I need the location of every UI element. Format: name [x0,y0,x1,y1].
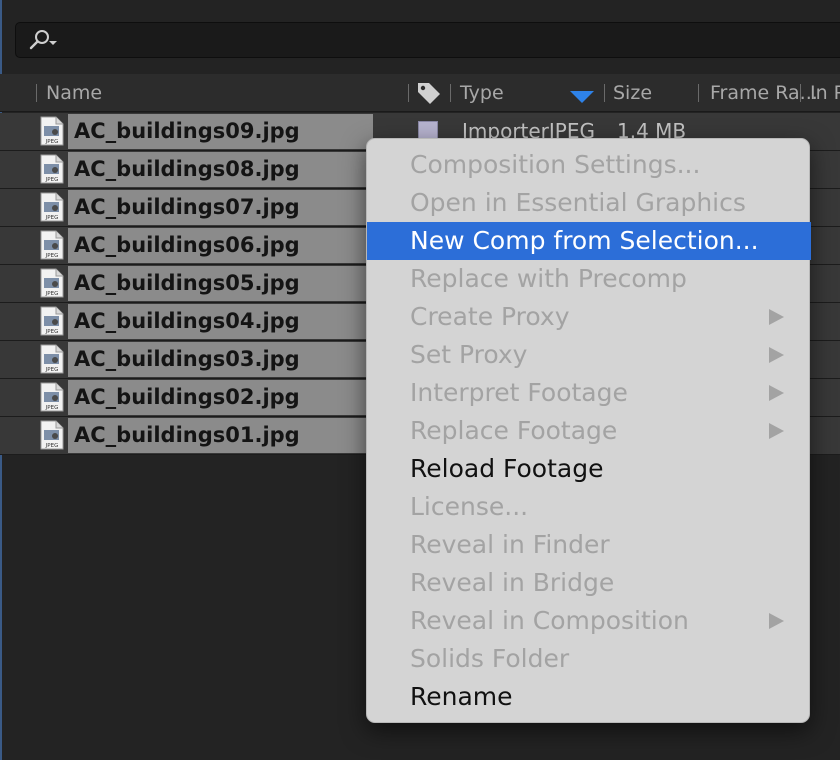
menu-item-reload-footage[interactable]: Reload Footage [367,450,811,488]
file-icon-label: JPEG [45,405,59,411]
file-icon-label: JPEG [45,177,59,183]
menu-item-label: Reload Footage [410,454,604,483]
jpeg-file-icon: JPEG [40,306,64,336]
file-icon-label: JPEG [45,367,59,373]
file-icon-label: JPEG [45,329,59,335]
menu-item-label: License... [410,492,529,521]
menu-item-label: Reveal in Finder [410,530,610,559]
jpeg-file-icon: JPEG [40,420,64,450]
submenu-arrow-icon [767,422,785,440]
menu-item-label: Composition Settings... [410,150,701,179]
column-divider[interactable] [408,84,409,102]
file-icon-label: JPEG [45,139,59,145]
menu-item-reveal-in-composition[interactable]: Reveal in Composition [367,602,811,640]
jpeg-file-icon: JPEG [40,116,64,146]
menu-item-label: Open in Essential Graphics [410,188,746,217]
file-name[interactable]: AC_buildings06.jpg [74,227,300,264]
column-divider[interactable] [36,84,37,102]
menu-item-label: New Comp from Selection... [410,226,759,255]
menu-item-replace-with-precomp[interactable]: Replace with Precomp [367,260,811,298]
menu-item-rename[interactable]: Rename [367,678,811,716]
jpeg-file-icon: JPEG [40,192,64,222]
menu-item-label: Rename [410,682,513,711]
column-type[interactable]: Type [460,74,504,112]
column-size[interactable]: Size [613,74,652,112]
submenu-arrow-icon [767,308,785,326]
menu-item-label: Set Proxy [410,340,528,369]
menu-item-set-proxy[interactable]: Set Proxy [367,336,811,374]
submenu-arrow-icon [767,612,785,630]
column-name[interactable]: Name [46,74,102,112]
menu-item-new-comp-from-selection[interactable]: New Comp from Selection... [367,222,811,260]
menu-item-label: Replace with Precomp [410,264,687,293]
menu-item-license[interactable]: License... [367,488,811,526]
file-name[interactable]: AC_buildings01.jpg [74,417,300,454]
menu-item-solids-folder[interactable]: Solids Folder [367,640,811,678]
jpeg-file-icon: JPEG [40,268,64,298]
column-divider[interactable] [698,84,699,102]
file-name[interactable]: AC_buildings05.jpg [74,265,300,302]
menu-item-label: Reveal in Bridge [410,568,615,597]
menu-item-reveal-in-finder[interactable]: Reveal in Finder [367,526,811,564]
menu-item-reveal-in-bridge[interactable]: Reveal in Bridge [367,564,811,602]
context-menu: Composition Settings... Open in Essential… [366,138,811,723]
menu-item-label: Create Proxy [410,302,570,331]
menu-item-interpret-footage[interactable]: Interpret Footage [367,374,811,412]
file-name[interactable]: AC_buildings08.jpg [74,151,300,188]
file-name[interactable]: AC_buildings07.jpg [74,189,300,226]
tag-icon[interactable] [416,81,442,105]
file-name[interactable]: AC_buildings03.jpg [74,341,300,378]
file-name[interactable]: AC_buildings02.jpg [74,379,300,416]
file-icon-label: JPEG [45,215,59,221]
file-name[interactable]: AC_buildings04.jpg [74,303,300,340]
file-icon-label: JPEG [45,443,59,449]
jpeg-file-icon: JPEG [40,382,64,412]
jpeg-file-icon: JPEG [40,154,64,184]
column-divider[interactable] [800,84,801,102]
menu-item-label: Reveal in Composition [410,606,689,635]
column-header: Name Type Size Frame Ra... In P [0,74,840,112]
menu-item-composition-settings[interactable]: Composition Settings... [367,146,811,184]
menu-item-open-in-essential-graphics[interactable]: Open in Essential Graphics [367,184,811,222]
menu-item-label: Solids Folder [410,644,570,673]
file-icon-label: JPEG [45,291,59,297]
column-frame-rate[interactable]: Frame Ra... [710,74,818,112]
jpeg-file-icon: JPEG [40,344,64,374]
file-name[interactable]: AC_buildings09.jpg [74,113,300,150]
column-divider[interactable] [604,84,605,102]
jpeg-file-icon: JPEG [40,230,64,260]
column-in-point[interactable]: In P [810,74,840,112]
file-icon-label: JPEG [45,253,59,259]
menu-item-label: Replace Footage [410,416,618,445]
menu-item-label: Interpret Footage [410,378,628,407]
column-divider[interactable] [450,84,451,102]
menu-item-replace-footage[interactable]: Replace Footage [367,412,811,450]
submenu-arrow-icon [767,384,785,402]
search-field[interactable] [15,22,840,58]
search-icon[interactable] [28,29,58,51]
submenu-arrow-icon [767,346,785,364]
sort-descending-icon[interactable] [570,88,594,103]
menu-item-create-proxy[interactable]: Create Proxy [367,298,811,336]
